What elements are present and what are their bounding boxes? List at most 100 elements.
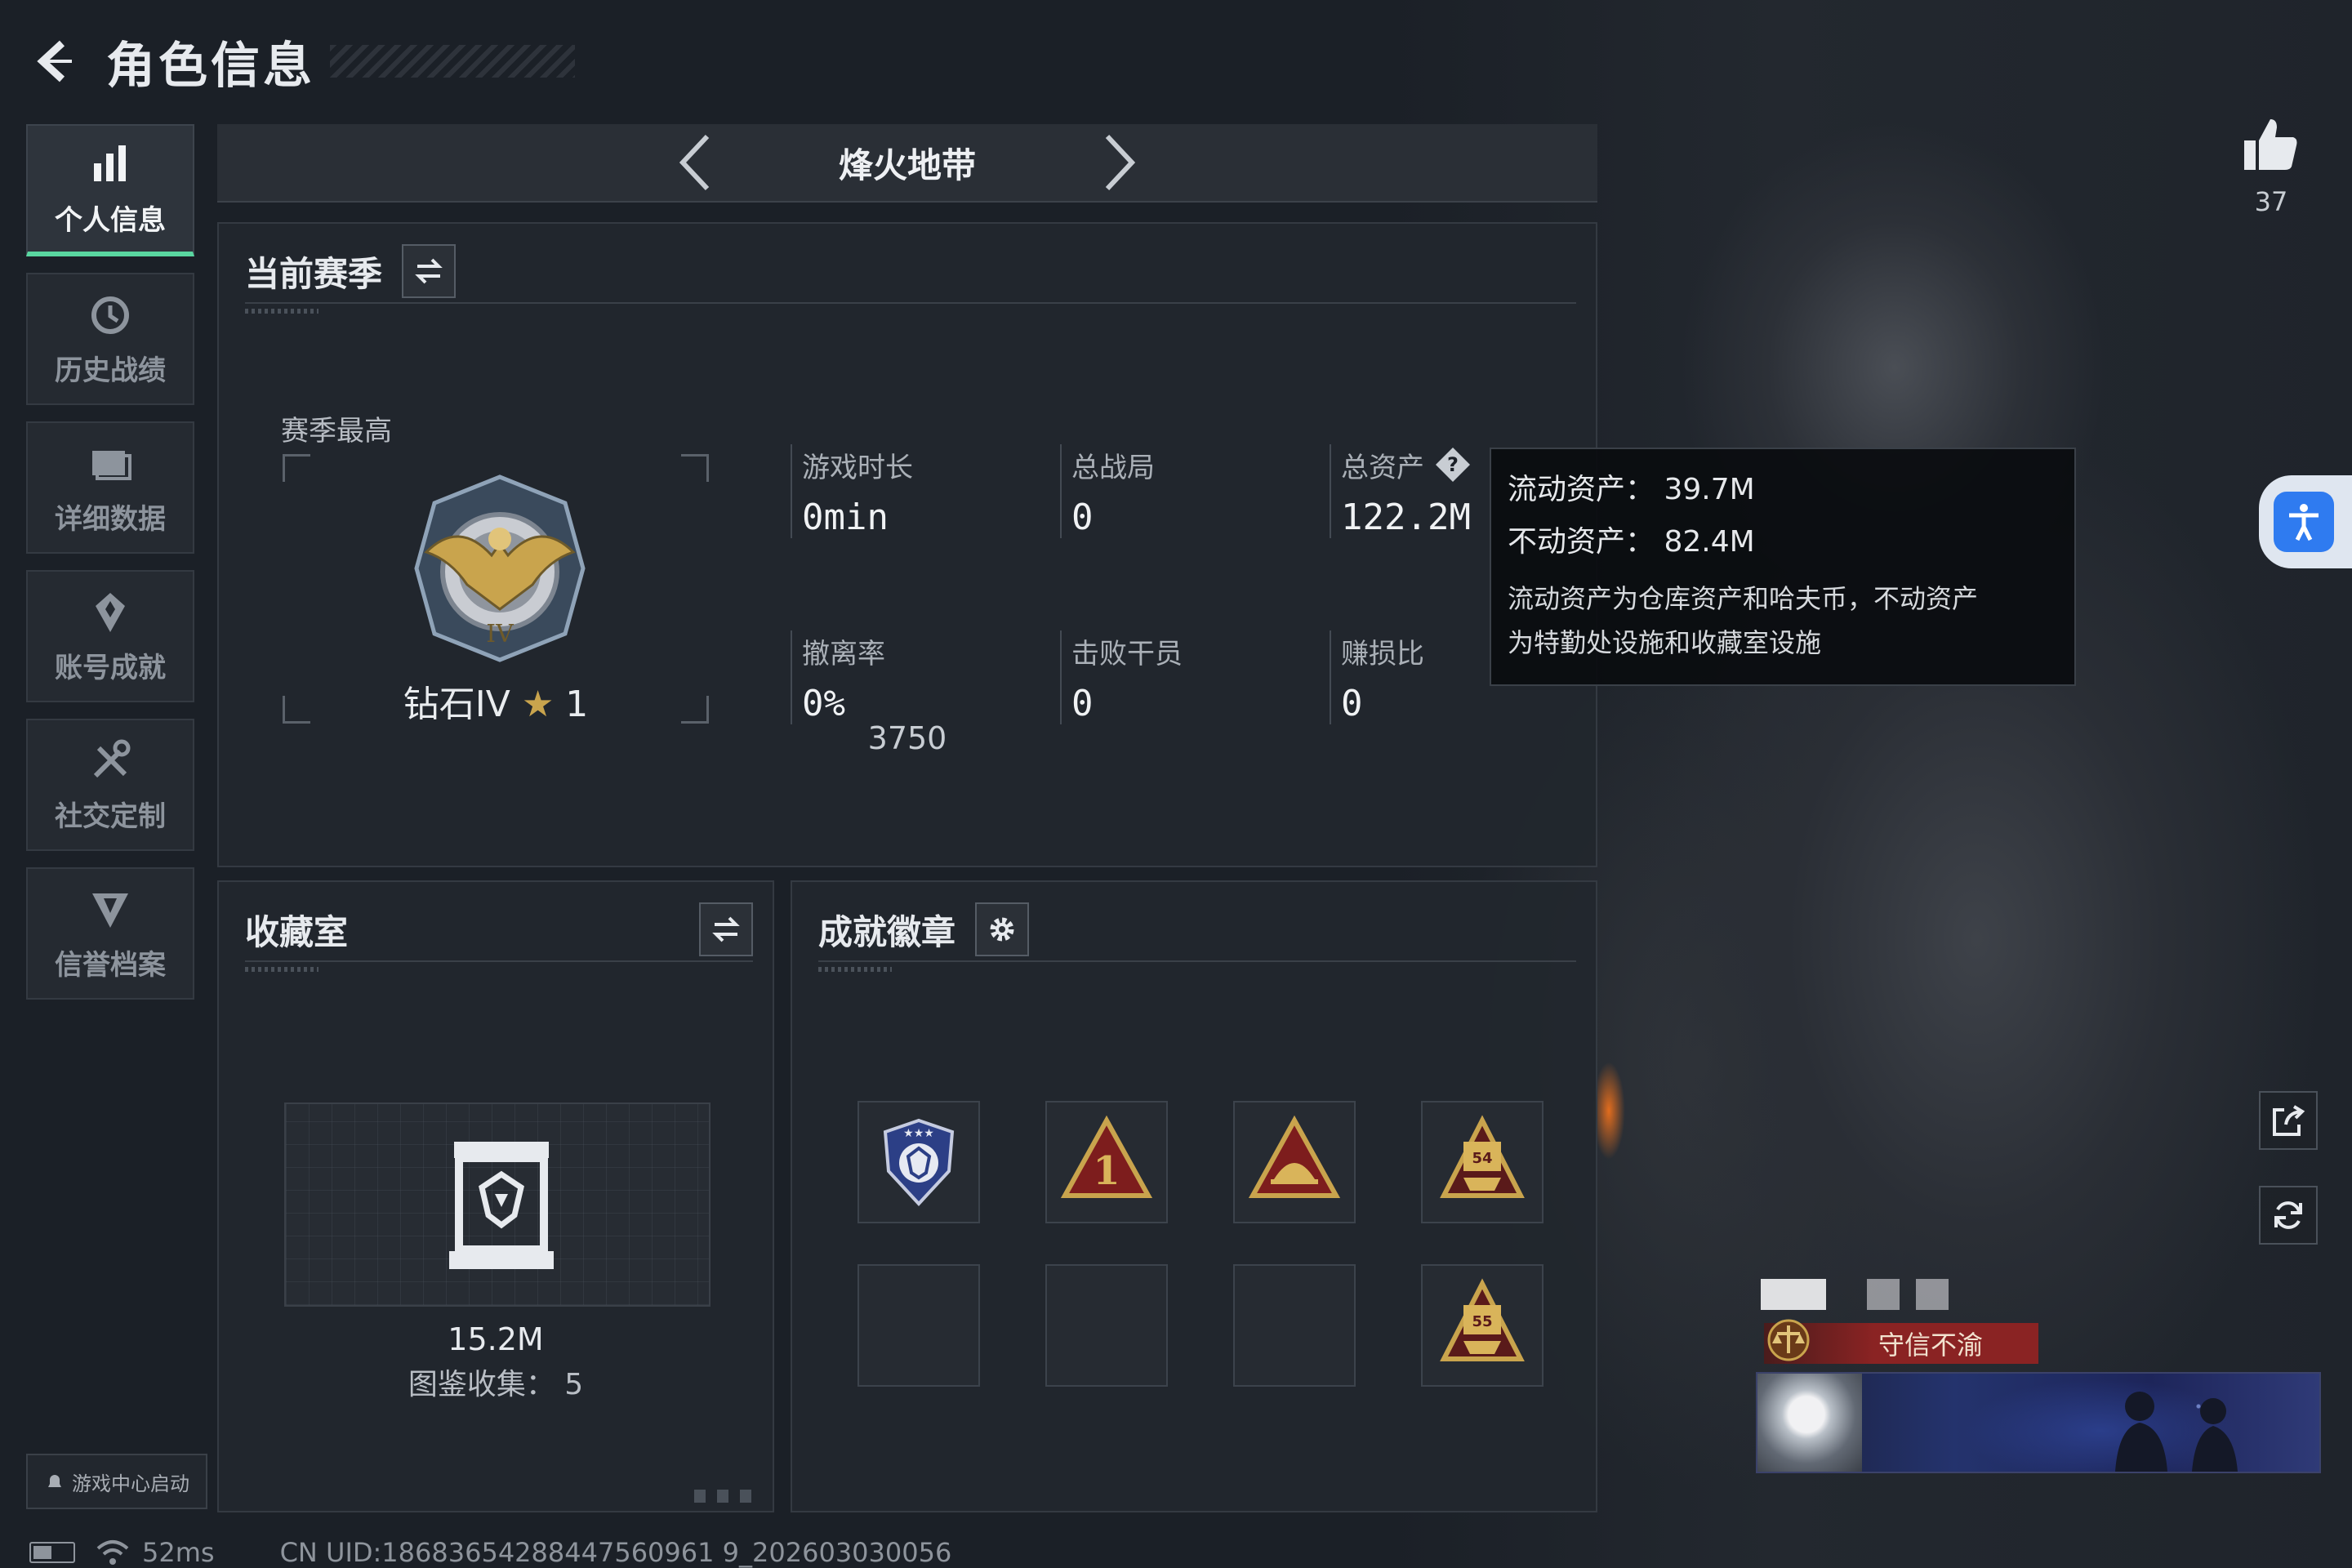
sidebar-item-label: 账号成就 [55, 651, 166, 684]
sidebar-item-label: 信誉档案 [55, 948, 166, 982]
tooltip-fixed-assets: 不动资产： 82.4M [1508, 525, 1755, 559]
stat-value: 0 [1071, 683, 1094, 724]
sidebar-item-social[interactable]: 社交定制 [26, 719, 194, 851]
share-icon [2273, 1105, 2305, 1136]
accessibility-button[interactable] [2259, 475, 2352, 568]
help-icon[interactable]: ? [1434, 446, 1472, 483]
rank-name-row: 钻石IV ★ 1 [283, 675, 709, 727]
scales-icon [1767, 1319, 1810, 1361]
player-uid: CN UID:18683654288447560961 9_2026030300… [279, 1537, 952, 1568]
sidebar-item-label: 历史战绩 [55, 354, 166, 387]
sidebar-item-credit[interactable]: 信誉档案 [26, 867, 194, 1000]
stat-label: 总战局 [1071, 451, 1155, 484]
stat-value: 0% [802, 683, 845, 724]
title-decoration [330, 45, 575, 78]
sidebar-item-label: 详细数据 [55, 502, 166, 536]
rank-one-badge-icon: 1 [1060, 1115, 1153, 1198]
refresh-icon [2274, 1201, 2302, 1229]
badge-slot-4[interactable]: 54 [1421, 1101, 1544, 1223]
mode-selector: 烽火地带 [217, 124, 1597, 203]
sidebar-item-history[interactable]: 历史战绩 [26, 273, 194, 405]
svg-text:55: 55 [1472, 1313, 1492, 1330]
cap-triangle-badge-icon [1248, 1115, 1341, 1198]
history-clock-icon [86, 291, 135, 340]
panel-decoration [694, 1490, 763, 1503]
svg-text:54: 54 [1472, 1150, 1492, 1167]
stat-value: 0 [1341, 683, 1363, 724]
header-decoration [245, 309, 318, 314]
folder-icon [86, 439, 135, 488]
star-icon: ★ [521, 684, 555, 725]
hidden-name-placeholder [1761, 1279, 2030, 1312]
season-best-label: 赛季最高 [281, 415, 392, 448]
status-bar: 52ms CN UID:18683654288447560961 9_20260… [29, 1537, 952, 1568]
stat-operators-defeated: 击败干员 0 [1060, 630, 1305, 724]
badge-slot-3[interactable] [1233, 1101, 1356, 1223]
collection-count: 图鉴收集： 5 [408, 1368, 584, 1401]
sidebar-item-personal-info[interactable]: 个人信息 [26, 124, 194, 256]
diamond-rank-emblem-icon: IV [414, 474, 586, 662]
season-title: 当前赛季 [245, 253, 383, 294]
battery-icon [29, 1542, 75, 1563]
badge-slot-2[interactable]: 1 [1045, 1101, 1168, 1223]
stat-total-matches: 总战局 0 [1060, 444, 1305, 538]
tooltip-liquid-assets: 流动资产： 39.7M [1508, 473, 1755, 506]
stat-label: 击败干员 [1071, 637, 1183, 670]
display-case-icon [449, 1142, 554, 1269]
collection-title: 收藏室 [245, 911, 349, 952]
rank-points: 3750 [867, 720, 947, 756]
wifi-icon [96, 1540, 129, 1565]
avatar [1757, 1374, 1862, 1472]
like-button[interactable]: 37 [2234, 114, 2308, 217]
season-switch-button[interactable] [402, 244, 457, 298]
bell-icon [48, 1475, 61, 1487]
credit-shield-icon [86, 885, 135, 934]
collection-value: 15.2M [448, 1321, 544, 1357]
panel-header: 成就徽章 [818, 898, 1576, 972]
swap-icon [712, 916, 740, 942]
svg-text:1: 1 [1093, 1148, 1120, 1194]
back-arrow-icon [37, 40, 72, 82]
badge-slot-5[interactable] [858, 1264, 980, 1387]
back-button[interactable] [24, 29, 90, 94]
collection-panel[interactable]: 收藏室 15.2M 图鉴收集： 5 [217, 880, 774, 1512]
stat-label: 游戏时长 [802, 451, 913, 484]
gear-icon [990, 917, 1014, 942]
game-center-launch-button[interactable]: 游戏中心启动 [26, 1454, 207, 1509]
badge-slot-8[interactable]: 55 [1421, 1264, 1544, 1387]
tooltip-description-line1: 流动资产为仓库资产和哈夫币，不动资产 [1508, 583, 1979, 614]
mode-prev-button[interactable] [662, 130, 728, 195]
accessibility-icon [2289, 504, 2319, 541]
achievement-badges-panel: 成就徽章 ★★★ 1 54 55 [791, 880, 1597, 1512]
background-glow [1592, 1062, 1625, 1160]
level-55-badge-icon: 55 [1440, 1278, 1525, 1361]
level-54-badge-icon: 54 [1440, 1115, 1525, 1198]
bar-chart-icon [86, 140, 135, 189]
sidebar-item-detailed-data[interactable]: 详细数据 [26, 421, 194, 554]
sidebar-item-label: 社交定制 [55, 800, 166, 833]
tools-icon [86, 737, 135, 786]
like-count: 37 [2254, 186, 2288, 217]
sidebar-item-achievements[interactable]: 账号成就 [26, 570, 194, 702]
rank-stars: 1 [565, 684, 589, 725]
rank-name: 钻石IV [403, 684, 510, 725]
badge-slot-7[interactable] [1233, 1264, 1356, 1387]
page-header: 角色信息 [24, 24, 575, 98]
collection-switch-button[interactable] [699, 902, 753, 956]
badge-slot-6[interactable] [1045, 1264, 1168, 1387]
sidebar-item-label: 个人信息 [55, 203, 166, 237]
credit-title-badge: 守信不渝 [1764, 1319, 2038, 1364]
stat-play-time: 游戏时长 0min [791, 444, 1036, 538]
stat-label: 总资产 [1341, 451, 1424, 484]
chevron-left-icon [679, 134, 710, 191]
badge-settings-button[interactable] [975, 902, 1030, 956]
refresh-button[interactable] [2259, 1186, 2318, 1245]
page-title: 角色信息 [106, 37, 315, 95]
share-button[interactable] [2259, 1091, 2318, 1150]
mode-next-button[interactable] [1087, 130, 1152, 195]
profile-banner-card[interactable] [1756, 1372, 2321, 1473]
achievement-icon [86, 588, 135, 637]
badge-slot-1[interactable]: ★★★ [858, 1101, 980, 1223]
current-season-panel: 当前赛季 赛季最高 IV 钻石IV ★ 1 3750 游戏时长 0min 总战局… [217, 222, 1597, 867]
rank-display: IV 钻石IV ★ 1 [283, 454, 709, 727]
